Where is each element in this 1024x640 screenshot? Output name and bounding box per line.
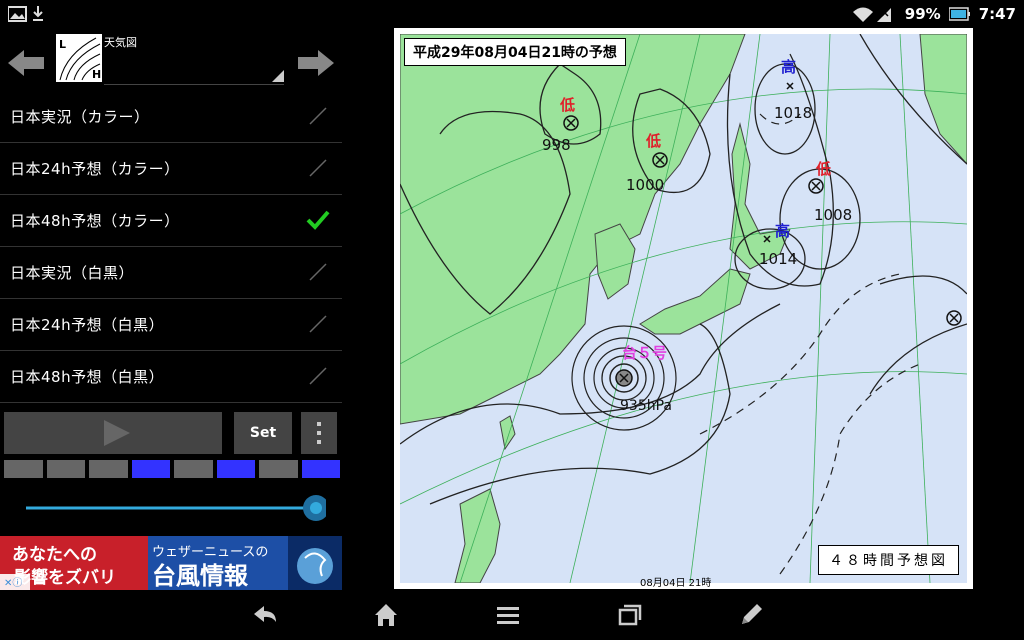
ad-banner[interactable]: あなたへの 影響をズバリ ウェザーニュースの 台風情報 ✕ⓘ xyxy=(0,536,342,590)
dropdown-triangle-icon[interactable] xyxy=(272,70,284,82)
map-list-item[interactable]: 日本24h予想（白黒） xyxy=(0,298,342,351)
frame-cell xyxy=(131,460,170,478)
prev-arrow-icon[interactable] xyxy=(6,48,46,78)
status-bar: 99% 7:47 xyxy=(0,0,1024,28)
map-list-item-label: 日本48h予想（カラー） xyxy=(10,211,180,230)
clock: 7:47 xyxy=(978,5,1016,23)
set-button[interactable]: Set xyxy=(234,412,292,454)
map-list-item-label: 日本24h予想（白黒） xyxy=(10,315,165,334)
ad-graphic: あなたへの 影響をズバリ ウェザーニュースの 台風情報 ✕ⓘ xyxy=(0,536,342,590)
map-list-item[interactable]: 日本実況（カラー） xyxy=(0,90,342,143)
play-button[interactable] xyxy=(4,412,222,454)
map-selector-label: 天気図 xyxy=(104,36,137,49)
low-label-3: 低 xyxy=(815,160,831,178)
unchecked-icon[interactable] xyxy=(306,260,330,284)
more-options-button[interactable] xyxy=(301,412,337,454)
unchecked-icon[interactable] xyxy=(306,156,330,180)
menu-icon[interactable] xyxy=(493,600,523,630)
map-list-item[interactable]: 日本実況（白黒） xyxy=(0,246,342,299)
image-icon xyxy=(7,6,27,22)
high-label-1: 高 xyxy=(781,58,796,76)
svg-text:L: L xyxy=(59,38,66,51)
recent-apps-icon[interactable] xyxy=(614,600,644,630)
frame-cell xyxy=(89,460,128,478)
pressure-1014: 1014 xyxy=(759,250,797,268)
pressure-1000: 1000 xyxy=(626,176,664,194)
weather-map-thumb-icon: L H xyxy=(59,37,101,81)
map-date-footer: 08月04日 21時 xyxy=(640,578,712,589)
typhoon-pressure: 935hPa xyxy=(620,398,672,414)
svg-text:H: H xyxy=(92,68,101,81)
unchecked-icon[interactable] xyxy=(306,364,330,388)
unchecked-icon[interactable] xyxy=(306,312,330,336)
map-list-item-label: 日本実況（白黒） xyxy=(10,263,135,282)
map-list-item-label: 日本実況（カラー） xyxy=(10,107,150,126)
dropdown-underline xyxy=(104,84,284,85)
svg-text:台風情報: 台風情報 xyxy=(152,562,249,590)
pressure-1008: 1008 xyxy=(814,206,852,224)
play-icon xyxy=(104,420,130,446)
map-list-item-label: 日本24h予想（カラー） xyxy=(10,159,180,178)
pressure-1018: 1018 xyxy=(774,104,812,122)
navigation-bar xyxy=(0,590,1024,640)
frame-cell xyxy=(4,460,43,478)
unchecked-icon[interactable] xyxy=(306,104,330,128)
overflow-menu-icon xyxy=(317,422,321,444)
battery-icon xyxy=(948,7,970,21)
checkmark-icon[interactable] xyxy=(306,208,330,232)
map-thumbnail[interactable]: L H xyxy=(56,34,102,82)
svg-text:ウェザーニュースの: ウェザーニュースの xyxy=(152,545,268,560)
notification-icons xyxy=(7,6,43,22)
back-icon[interactable] xyxy=(250,600,280,630)
map-list-item[interactable]: 日本48h予想（白黒） xyxy=(0,350,342,403)
frame-cell xyxy=(174,460,213,478)
frame-cell xyxy=(46,460,85,478)
wifi-icon xyxy=(852,7,891,22)
time-slider[interactable] xyxy=(26,494,326,522)
left-panel: L H 天気図 日本実況（カラー） 日本24h予想（カラー） 日本48h予想（カラー… xyxy=(0,28,342,590)
frame-cell xyxy=(301,460,340,478)
typhoon-label: 台５号 xyxy=(622,344,667,362)
map-title: 平成29年08月04日21時の予想 xyxy=(404,38,626,66)
weather-map[interactable]: 低 998 低 1000 高 1018 低 1008 高 1014 台５号 93… xyxy=(400,34,967,583)
frame-cell xyxy=(216,460,255,478)
status-right: 99% 7:47 xyxy=(851,4,1016,24)
map-list-item-label: 日本48h予想（白黒） xyxy=(10,367,165,386)
next-arrow-icon[interactable] xyxy=(296,48,336,78)
frame-indicator xyxy=(4,460,340,478)
low-label-2: 低 xyxy=(645,132,661,150)
edit-pencil-icon[interactable] xyxy=(736,600,766,630)
frame-cell xyxy=(259,460,298,478)
status-left xyxy=(7,4,54,28)
pressure-998: 998 xyxy=(542,136,571,154)
download-icon xyxy=(33,6,43,21)
map-list-item[interactable]: 日本24h予想（カラー） xyxy=(0,142,342,195)
home-icon[interactable] xyxy=(371,600,401,630)
weather-map-panel: 低 998 低 1000 高 1018 低 1008 高 1014 台５号 93… xyxy=(394,28,973,589)
map-list-item[interactable]: 日本48h予想（カラー） xyxy=(0,194,342,247)
high-label-2: 高 xyxy=(775,222,790,240)
svg-text:あなたへの: あなたへの xyxy=(12,545,97,565)
battery-percent: 99% xyxy=(904,5,941,23)
forecast-type-box: ４８時間予想図 xyxy=(818,545,959,575)
map-selector: L H 天気図 xyxy=(0,28,342,90)
low-label-1: 低 xyxy=(559,96,575,114)
svg-text:✕ⓘ: ✕ⓘ xyxy=(4,577,22,589)
